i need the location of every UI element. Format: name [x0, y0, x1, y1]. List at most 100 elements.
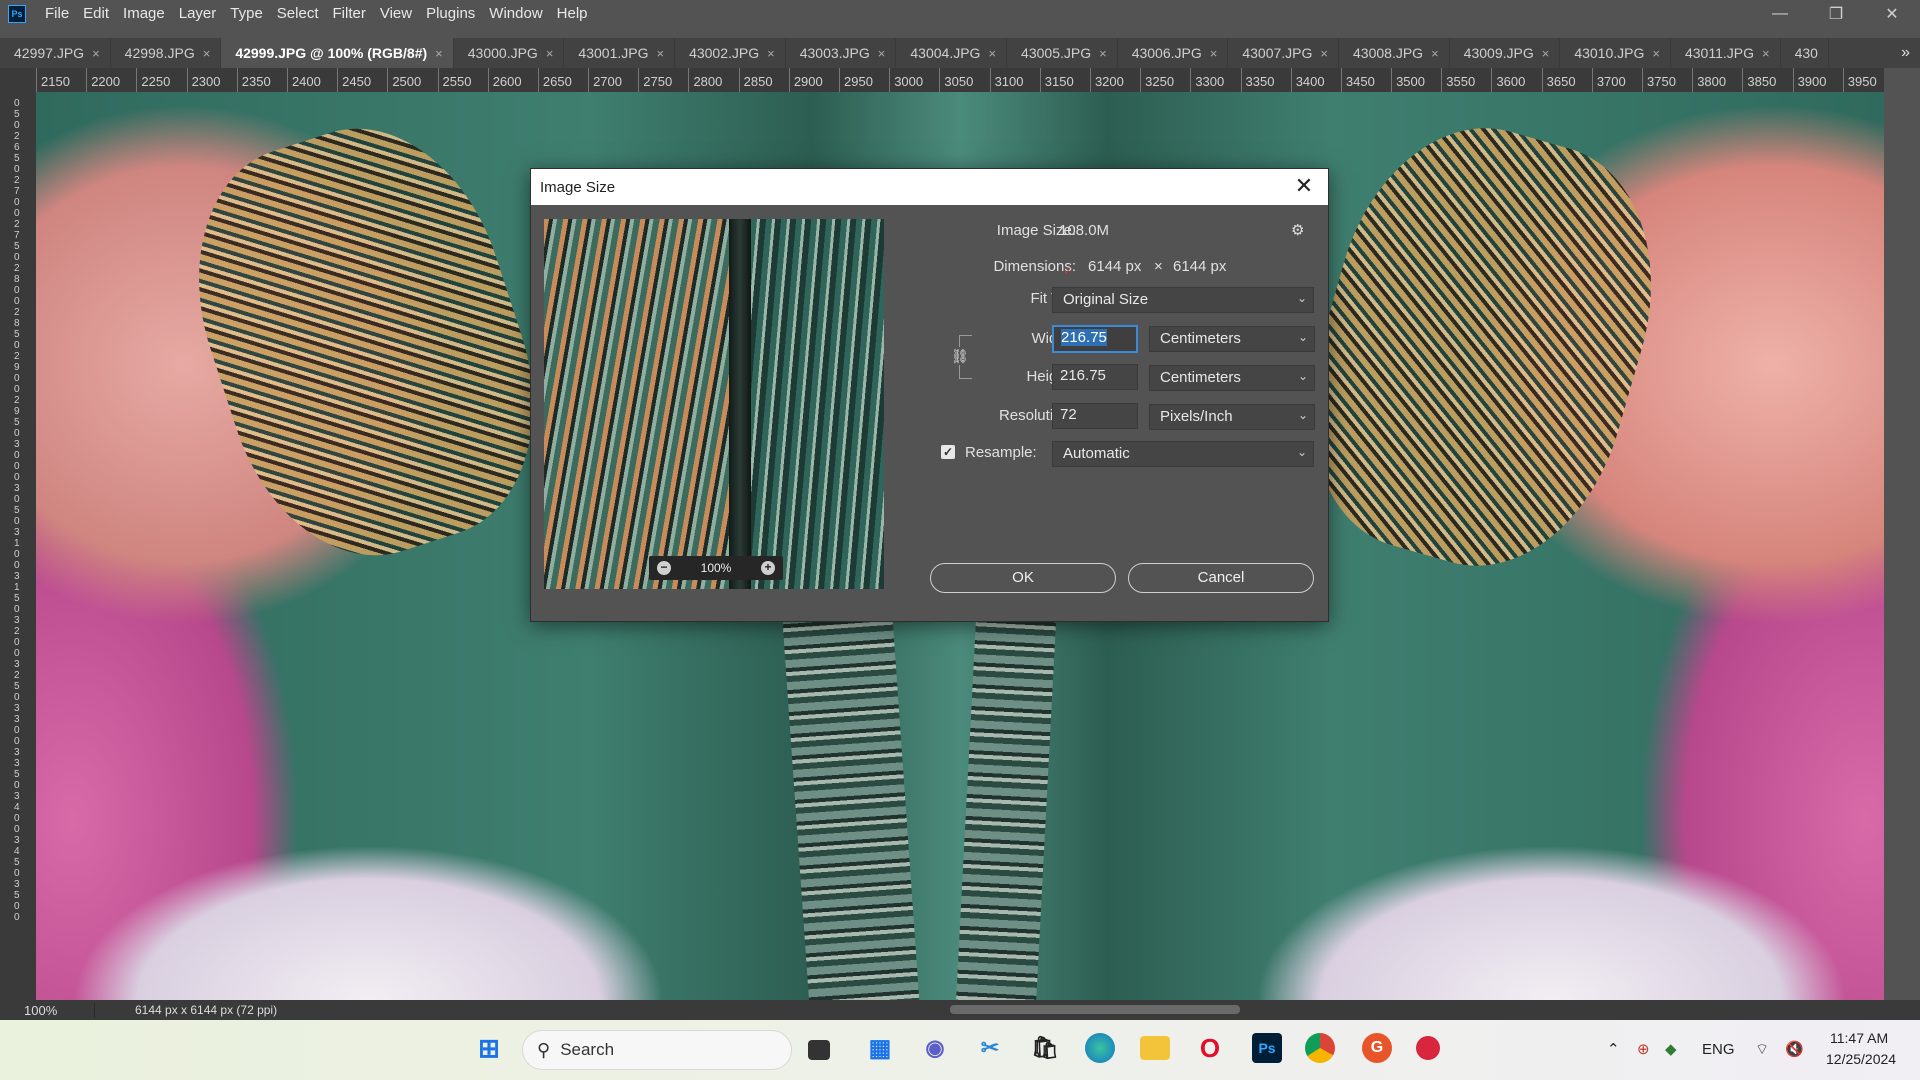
close-icon[interactable]: ✕: [1292, 175, 1316, 199]
link-icon[interactable]: ⛓: [951, 347, 969, 365]
tab-close-icon[interactable]: ×: [1431, 46, 1439, 61]
tab-close-icon[interactable]: ×: [1762, 46, 1770, 61]
document-tab[interactable]: 43003.JPG ×: [785, 38, 897, 68]
chrome-icon[interactable]: [1305, 1033, 1335, 1063]
height-input[interactable]: 216.75: [1052, 364, 1138, 390]
ok-button[interactable]: OK: [930, 563, 1116, 593]
status-bar: 100% 6144 px x 6144 px (72 ppi): [0, 1000, 1920, 1020]
tab-close-icon[interactable]: ×: [1542, 46, 1550, 61]
language-indicator[interactable]: ENG: [1702, 1041, 1735, 1058]
tray-app-icon[interactable]: ◆: [1665, 1040, 1677, 1058]
menu-type[interactable]: Type: [223, 0, 270, 28]
document-tab[interactable]: 43008.JPG ×: [1339, 38, 1450, 68]
horizontal-ruler[interactable]: 2150 2200 2250 2300 2350 2400 2450 2500 2550 2600…: [36, 68, 1884, 93]
width-input[interactable]: 216.75: [1052, 325, 1138, 353]
zoom-in-icon[interactable]: +: [760, 561, 775, 575]
tab-close-icon[interactable]: ×: [203, 46, 211, 61]
document-tab[interactable]: 43010.JPG ×: [1560, 38, 1671, 68]
menu-file[interactable]: File: [38, 0, 76, 28]
speaker-muted-icon[interactable]: 🔇: [1785, 1040, 1804, 1058]
tab-close-icon[interactable]: ×: [1320, 46, 1328, 61]
document-tab[interactable]: 43004.JPG ×: [896, 38, 1008, 68]
tray-chevron-up-icon[interactable]: ⌃: [1607, 1040, 1620, 1058]
widgets-icon[interactable]: ▦: [865, 1033, 895, 1063]
chat-icon[interactable]: ◉: [920, 1033, 950, 1063]
menu-window[interactable]: Window: [482, 0, 549, 28]
ruler-tick-label: 2600: [487, 68, 538, 92]
document-tab[interactable]: 43009.JPG ×: [1449, 38, 1561, 68]
document-tab[interactable]: 43011.JPG ×: [1670, 38, 1781, 68]
tab-close-icon[interactable]: ×: [435, 46, 443, 61]
tab-close-icon[interactable]: ×: [656, 46, 664, 61]
resolution-unit-dropdown[interactable]: Pixels/Inch ⌄: [1149, 404, 1315, 430]
document-tab[interactable]: 43001.JPG ×: [564, 38, 676, 68]
dialog-titlebar[interactable]: Image Size ✕: [531, 169, 1328, 205]
document-tab[interactable]: 42997.JPG ×: [0, 38, 111, 68]
maximize-icon[interactable]: ❐: [1808, 0, 1864, 28]
document-tab[interactable]: 43000.JPG ×: [453, 38, 565, 68]
tab-overflow-icon[interactable]: »: [1901, 38, 1910, 68]
vertical-ruler[interactable]: 0 5 0 2 6 5 0 2 7 0 0 2 7 5 0 2 8 0 0 2 …: [0, 92, 36, 1000]
menu-edit[interactable]: Edit: [76, 0, 116, 28]
document-tab[interactable]: 430: [1780, 38, 1829, 68]
menu-help[interactable]: Help: [550, 0, 595, 28]
task-view-icon[interactable]: [808, 1040, 830, 1060]
tab-close-icon[interactable]: ×: [767, 46, 775, 61]
clock-time[interactable]: 11:47 AM: [1830, 1030, 1888, 1046]
chevron-down-icon[interactable]: ✓: [1063, 264, 1073, 278]
resample-dropdown[interactable]: Automatic ⌄: [1052, 441, 1314, 467]
image-preview[interactable]: − 100% +: [544, 219, 884, 589]
tray-vpn-icon[interactable]: ⊕: [1637, 1040, 1650, 1058]
tab-close-icon[interactable]: ×: [1210, 46, 1218, 61]
width-unit-dropdown[interactable]: Centimeters ⌄: [1149, 326, 1315, 352]
gear-icon[interactable]: ⚙: [1291, 221, 1304, 239]
zoom-out-icon[interactable]: −: [657, 561, 671, 575]
windows-start-icon[interactable]: ⊞: [474, 1033, 504, 1063]
menu-filter[interactable]: Filter: [326, 0, 373, 28]
taskbar-search[interactable]: ⚲ Search: [522, 1030, 792, 1070]
height-unit-dropdown[interactable]: Centimeters ⌄: [1149, 365, 1315, 391]
ruler-origin[interactable]: [0, 68, 36, 92]
menu-image[interactable]: Image: [116, 0, 172, 28]
menu-select[interactable]: Select: [270, 0, 326, 28]
photoshop-taskbar-icon[interactable]: Ps: [1252, 1033, 1282, 1063]
tab-close-icon[interactable]: ×: [988, 46, 996, 61]
fit-to-dropdown[interactable]: Original Size ⌄: [1052, 287, 1314, 313]
grammarly-icon[interactable]: G: [1362, 1033, 1392, 1063]
document-tab[interactable]: 42998.JPG ×: [110, 38, 222, 68]
height-unit-value: Centimeters: [1160, 369, 1241, 386]
wifi-icon[interactable]: ⌔: [1755, 1040, 1769, 1059]
document-tab[interactable]: 43002.JPG ×: [675, 38, 786, 68]
ruler-tick-label: 3200: [1089, 68, 1140, 92]
horizontal-scrollbar[interactable]: [950, 1005, 1240, 1014]
resolution-input[interactable]: 72: [1052, 403, 1138, 429]
opera-icon[interactable]: O: [1195, 1033, 1225, 1063]
document-tab[interactable]: 43007.JPG ×: [1228, 38, 1340, 68]
tab-close-icon[interactable]: ×: [546, 46, 554, 61]
cancel-button[interactable]: Cancel: [1128, 563, 1314, 593]
menu-plugins[interactable]: Plugins: [419, 0, 482, 28]
tab-close-icon[interactable]: ×: [1099, 46, 1107, 61]
edge-icon[interactable]: [1085, 1033, 1115, 1063]
document-tab[interactable]: 43006.JPG ×: [1117, 38, 1229, 68]
file-explorer-icon[interactable]: [1140, 1036, 1170, 1060]
store-icon[interactable]: 🛍: [1030, 1033, 1060, 1063]
tab-close-icon[interactable]: ×: [92, 46, 100, 61]
ruler-tick-label: 2300: [186, 68, 237, 92]
close-window-icon[interactable]: ✕: [1864, 0, 1920, 28]
menu-layer[interactable]: Layer: [172, 0, 224, 28]
tab-close-icon[interactable]: ×: [1652, 46, 1660, 61]
menu-view[interactable]: View: [373, 0, 419, 28]
document-tab[interactable]: 43005.JPG ×: [1007, 38, 1118, 68]
app-icon[interactable]: [1416, 1036, 1440, 1060]
resample-value: Automatic: [1063, 445, 1130, 462]
snipping-tool-icon[interactable]: ✂: [975, 1033, 1005, 1063]
document-info[interactable]: 6144 px x 6144 px (72 ppi): [95, 1003, 277, 1017]
tab-close-icon[interactable]: ×: [878, 46, 886, 61]
menu-bar: Ps File Edit Image Layer Type Select Fil…: [0, 0, 1920, 28]
resample-checkbox[interactable]: ✓: [941, 445, 955, 459]
zoom-level[interactable]: 100%: [0, 1002, 95, 1018]
document-tab[interactable]: 42999.JPG @ 100% (RGB/8#) ×: [221, 38, 454, 68]
clock-date[interactable]: 12/25/2024: [1826, 1051, 1896, 1067]
minimize-icon[interactable]: —: [1752, 0, 1808, 28]
